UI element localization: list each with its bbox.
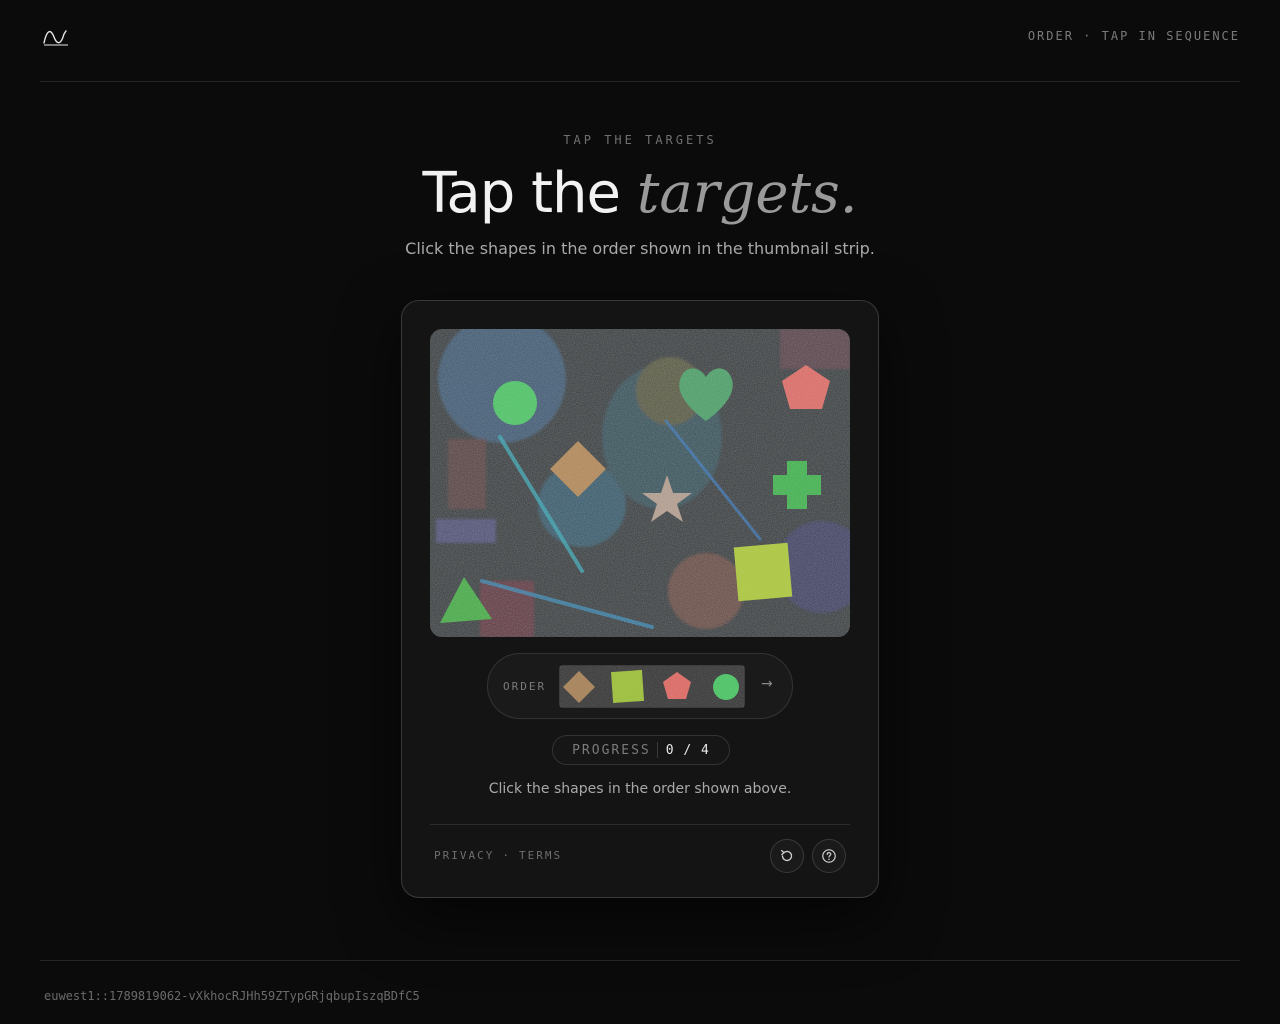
terms-link[interactable]: TERMS bbox=[519, 849, 562, 862]
progress-divider bbox=[656, 742, 658, 758]
eyebrow-label: TAP THE TARGETS bbox=[563, 133, 717, 147]
order-arrow-icon: → bbox=[761, 676, 773, 692]
progress-label: PROGRESS bbox=[572, 742, 651, 758]
top-bar: ORDER · TAP IN SEQUENCE bbox=[40, 0, 1240, 82]
wave-logo-icon bbox=[43, 29, 68, 45]
page-title: Tap the targets. bbox=[0, 160, 1280, 228]
help-icon bbox=[822, 849, 836, 863]
refresh-button[interactable] bbox=[770, 839, 804, 873]
page-subtitle: Click the shapes in the order shown in t… bbox=[405, 239, 875, 258]
captcha-card: ORDER → PROGRESS 0 / 4 Click the shapes … bbox=[401, 300, 879, 898]
order-strip: ORDER → bbox=[487, 653, 793, 719]
privacy-link[interactable]: PRIVACY bbox=[434, 849, 494, 862]
shape-canvas[interactable] bbox=[430, 329, 850, 637]
bottom-bar: euwest1::1789819062-vXkhocRJHh59ZTypGRjq… bbox=[40, 960, 1240, 1024]
order-thumbnails-svg bbox=[560, 666, 744, 707]
refresh-icon bbox=[780, 849, 793, 862]
title-plain: Tap the bbox=[422, 161, 621, 226]
title-accent: targets. bbox=[636, 161, 858, 226]
help-button[interactable] bbox=[812, 839, 846, 873]
legal-links: PRIVACY · TERMS bbox=[434, 849, 562, 862]
card-footer: PRIVACY · TERMS bbox=[430, 824, 850, 898]
instruction-text: Click the shapes in the order shown abov… bbox=[488, 781, 792, 797]
order-thumbnails bbox=[559, 665, 745, 708]
captcha-page: ORDER · TAP IN SEQUENCE TAP THE TARGETS … bbox=[0, 0, 1280, 1024]
progress-indicator: PROGRESS 0 / 4 bbox=[552, 735, 730, 765]
mode-label: ORDER · TAP IN SEQUENCE bbox=[1027, 28, 1240, 43]
progress-value: 0 / 4 bbox=[665, 742, 710, 758]
legal-separator: · bbox=[502, 849, 511, 862]
session-id: euwest1::1789819062-vXkhocRJHh59ZTypGRjq… bbox=[44, 989, 420, 1003]
order-label: ORDER bbox=[503, 680, 547, 693]
shape-canvas-svg bbox=[430, 329, 850, 637]
